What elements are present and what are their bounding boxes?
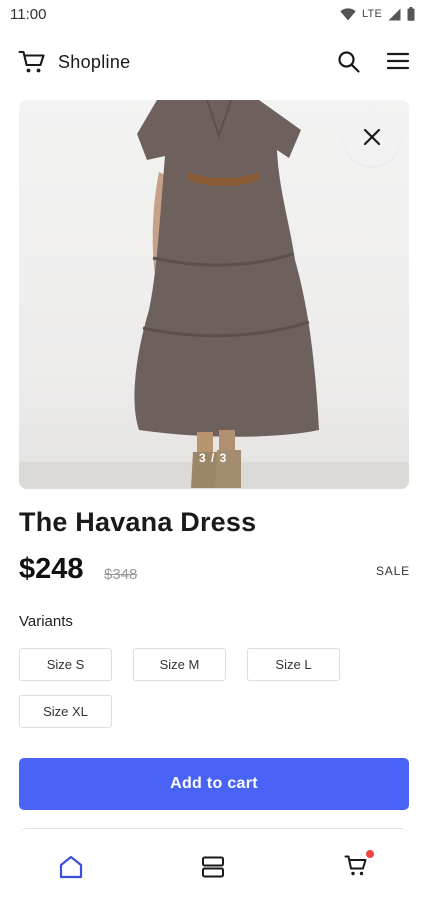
variant-size-xl[interactable]: Size XL bbox=[19, 695, 112, 728]
signal-icon bbox=[388, 8, 401, 20]
next-section-card bbox=[19, 828, 409, 839]
menu-icon[interactable] bbox=[386, 51, 410, 71]
search-icon[interactable] bbox=[337, 50, 361, 74]
close-button[interactable] bbox=[343, 108, 401, 166]
status-bar: 11:00 LTE bbox=[0, 0, 427, 30]
variant-size-l[interactable]: Size L bbox=[247, 648, 340, 681]
network-label: LTE bbox=[362, 8, 382, 20]
variant-size-s[interactable]: Size S bbox=[19, 648, 112, 681]
add-to-cart-button[interactable]: Add to cart bbox=[19, 758, 409, 810]
brand-name[interactable]: Shopline bbox=[58, 52, 130, 73]
battery-icon bbox=[407, 7, 415, 21]
dress-photo bbox=[19, 100, 409, 489]
categories-icon[interactable] bbox=[201, 855, 225, 879]
wifi-icon bbox=[340, 7, 356, 20]
image-counter: 3 / 3 bbox=[199, 451, 228, 465]
variants-label: Variants bbox=[19, 613, 73, 630]
product-price: $248 bbox=[19, 553, 84, 585]
bottom-nav bbox=[0, 840, 427, 900]
sale-badge: SALE bbox=[376, 564, 410, 578]
status-time: 11:00 bbox=[10, 6, 47, 23]
product-title: The Havana Dress bbox=[19, 507, 257, 537]
cart-icon[interactable] bbox=[18, 50, 46, 74]
variant-size-m[interactable]: Size M bbox=[133, 648, 226, 681]
cart-badge-dot bbox=[366, 850, 374, 858]
status-icons: LTE bbox=[340, 7, 415, 21]
cart-icon[interactable] bbox=[344, 854, 368, 878]
home-icon[interactable] bbox=[58, 854, 84, 880]
close-icon bbox=[363, 128, 381, 146]
compare-at-price: $348 bbox=[104, 566, 138, 583]
product-image[interactable] bbox=[19, 100, 409, 489]
app-header: Shopline bbox=[0, 40, 427, 84]
